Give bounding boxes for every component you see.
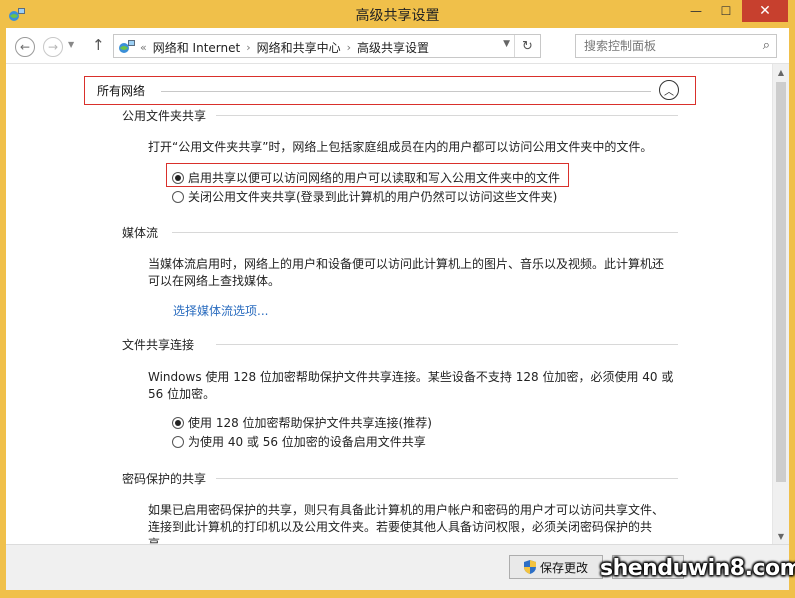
breadcrumb-separator[interactable]: › [246, 41, 250, 54]
radio-button[interactable] [172, 190, 184, 203]
close-button[interactable]: ✕ [742, 0, 788, 22]
section-heading-file-sharing: 文件共享连接 [122, 338, 195, 352]
breadcrumb-item-network-sharing-center[interactable]: 网络和共享中心 [257, 39, 341, 56]
window-title: 高级共享设置 [355, 8, 440, 24]
breadcrumb-separator[interactable]: › [347, 41, 351, 54]
settings-content: 所有网络 ︿ 公用文件夹共享 打开“公用文件夹共享”时，网络上包括家庭组成员在内… [6, 64, 772, 544]
section-heading-password-protection: 密码保护的共享 [122, 472, 207, 486]
radio-label: 为使用 40 或 56 位加密的设备启用文件共享 [188, 435, 426, 449]
divider [172, 232, 678, 233]
window: 高级共享设置 — ☐ ✕ ← → ▼ ↑ « 网络和 Internet › 网络… [0, 0, 795, 598]
forward-button[interactable]: → [43, 37, 63, 57]
radio-button-selected[interactable] [172, 171, 184, 184]
divider [161, 91, 651, 92]
search-icon[interactable]: ⌕ [763, 38, 770, 53]
up-button[interactable]: ↑ [92, 36, 105, 54]
network-icon [119, 40, 135, 53]
media-streaming-description: 当媒体流启用时，网络上的用户和设备便可以访问此计算机上的图片、音乐以及视频。此计… [148, 257, 665, 288]
save-changes-button[interactable]: 保存更改 [509, 555, 603, 579]
breadcrumb-prefix[interactable]: « [140, 41, 147, 54]
radio-label: 关闭公用文件夹共享(登录到此计算机的用户仍然可以访问这些文件夹) [188, 190, 558, 204]
section-heading-public-folder: 公用文件夹共享 [122, 109, 207, 123]
scroll-down-arrow-icon[interactable]: ▼ [773, 528, 789, 544]
radio-enable-public-sharing[interactable]: 启用共享以便可以访问网络的用户可以读取和写入公用文件夹中的文件 [172, 169, 560, 186]
breadcrumb-item-advanced-sharing[interactable]: 高级共享设置 [357, 39, 429, 56]
chevron-down-icon[interactable]: ▼ [503, 39, 510, 49]
collapse-button[interactable]: ︿ [659, 80, 679, 100]
refresh-button[interactable]: ↻ [514, 35, 540, 57]
breadcrumb-item-network-internet[interactable]: 网络和 Internet [153, 39, 240, 56]
save-changes-label: 保存更改 [539, 560, 588, 575]
navigation-bar: ← → ▼ ↑ « 网络和 Internet › 网络和共享中心 › 高级共享设… [6, 28, 789, 64]
public-folder-description: 打开“公用文件夹共享”时，网络上包括家庭组成员在内的用户都可以访问公用文件夹中的… [148, 140, 653, 154]
radio-button[interactable] [172, 435, 184, 448]
radio-label: 使用 128 位加密帮助保护文件共享连接(推荐) [188, 416, 432, 430]
divider [216, 478, 678, 479]
radio-label: 启用共享以便可以访问网络的用户可以读取和写入公用文件夹中的文件 [188, 171, 561, 185]
scroll-up-arrow-icon[interactable]: ▲ [773, 64, 789, 80]
file-sharing-description: Windows 使用 128 位加密帮助保护文件共享连接。某些设备不支持 128… [148, 370, 674, 401]
vertical-scrollbar[interactable]: ▲ ▼ [772, 64, 789, 544]
minimize-button[interactable]: — [682, 0, 710, 22]
watermark-text: shenduwin8.com [600, 556, 795, 581]
recent-locations-button[interactable]: ▼ [68, 40, 74, 49]
uac-shield-icon [523, 560, 536, 574]
divider [216, 344, 678, 345]
scroll-thumb[interactable] [776, 82, 786, 482]
address-bar[interactable]: « 网络和 Internet › 网络和共享中心 › 高级共享设置 ▼ ↻ [113, 34, 541, 58]
breadcrumb: « 网络和 Internet › 网络和共享中心 › 高级共享设置 [140, 39, 429, 56]
search-box[interactable]: ⌕ [575, 34, 777, 58]
title-bar: 高级共享设置 — ☐ ✕ [0, 0, 795, 28]
back-button[interactable]: ← [15, 37, 35, 57]
radio-button-selected[interactable] [172, 416, 184, 429]
radio-disable-public-sharing[interactable]: 关闭公用文件夹共享(登录到此计算机的用户仍然可以访问这些文件夹) [172, 188, 557, 205]
media-streaming-options-link[interactable]: 选择媒体流选项... [173, 302, 268, 319]
maximize-button[interactable]: ☐ [712, 0, 740, 22]
radio-128-bit-encryption[interactable]: 使用 128 位加密帮助保护文件共享连接(推荐) [172, 414, 432, 431]
search-input[interactable] [576, 35, 752, 57]
profile-title: 所有网络 [97, 84, 146, 98]
section-heading-media-streaming: 媒体流 [122, 226, 159, 240]
password-protection-description: 如果已启用密码保护的共享，则只有具备此计算机的用户帐户和密码的用户才可以访问共享… [148, 503, 665, 544]
divider [216, 115, 678, 116]
profile-header-all-networks[interactable]: 所有网络 ︿ [84, 76, 696, 105]
radio-40-56-bit-encryption[interactable]: 为使用 40 或 56 位加密的设备启用文件共享 [172, 433, 426, 450]
